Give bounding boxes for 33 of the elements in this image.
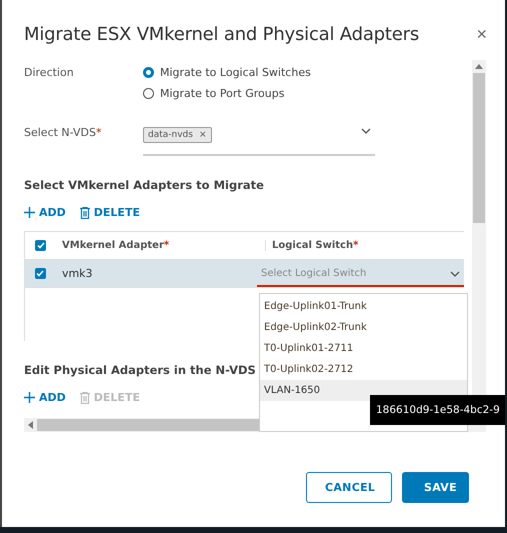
table-row[interactable]: vmk3 Select Logical Switch xyxy=(25,260,464,288)
section-heading: Edit Physical Adapters in the N-VDS xyxy=(24,363,256,377)
add-button[interactable]: ADD xyxy=(24,391,66,404)
caret-icon[interactable] xyxy=(361,128,371,134)
tooltip: 186610d9-1e58-4bc2-9 xyxy=(370,395,505,425)
plus-icon xyxy=(24,207,35,218)
cancel-button[interactable]: CANCEL xyxy=(306,472,392,503)
close-button[interactable]: × xyxy=(476,24,487,44)
save-button[interactable]: SAVE xyxy=(402,472,469,503)
trash-icon xyxy=(80,206,90,218)
nvds-select[interactable]: data-nvds × xyxy=(143,122,375,156)
remove-chip-button[interactable]: × xyxy=(198,130,206,140)
scroll-left-icon[interactable] xyxy=(28,421,33,429)
radio-button[interactable] xyxy=(143,67,154,78)
add-button[interactable]: ADD xyxy=(24,206,66,219)
column-header: Logical Switch* xyxy=(265,240,445,251)
radio-button[interactable] xyxy=(143,88,154,99)
table-cell-text: vmk3 xyxy=(62,267,94,280)
column-header: VMkernel Adapter* xyxy=(62,240,170,251)
delete-button[interactable]: DELETE xyxy=(80,206,140,219)
radio-option[interactable]: Migrate to Port Groups xyxy=(143,87,311,100)
dialog-title: Migrate ESX VMkernel and Physical Adapters xyxy=(24,24,420,44)
field-label: Select N-VDS* xyxy=(24,125,102,139)
checkbox[interactable] xyxy=(35,240,46,251)
field-label: Direction xyxy=(24,66,75,79)
checkbox[interactable] xyxy=(35,268,46,279)
section-heading: Select VMkernel Adapters to Migrate xyxy=(24,178,264,192)
radio-option[interactable]: Migrate to Logical Switches xyxy=(143,66,311,79)
nvds-chip: data-nvds × xyxy=(143,127,212,143)
scroll-up-icon[interactable] xyxy=(475,64,483,69)
caret-icon[interactable] xyxy=(450,270,460,276)
trash-icon xyxy=(80,392,90,404)
plus-icon xyxy=(24,392,35,403)
